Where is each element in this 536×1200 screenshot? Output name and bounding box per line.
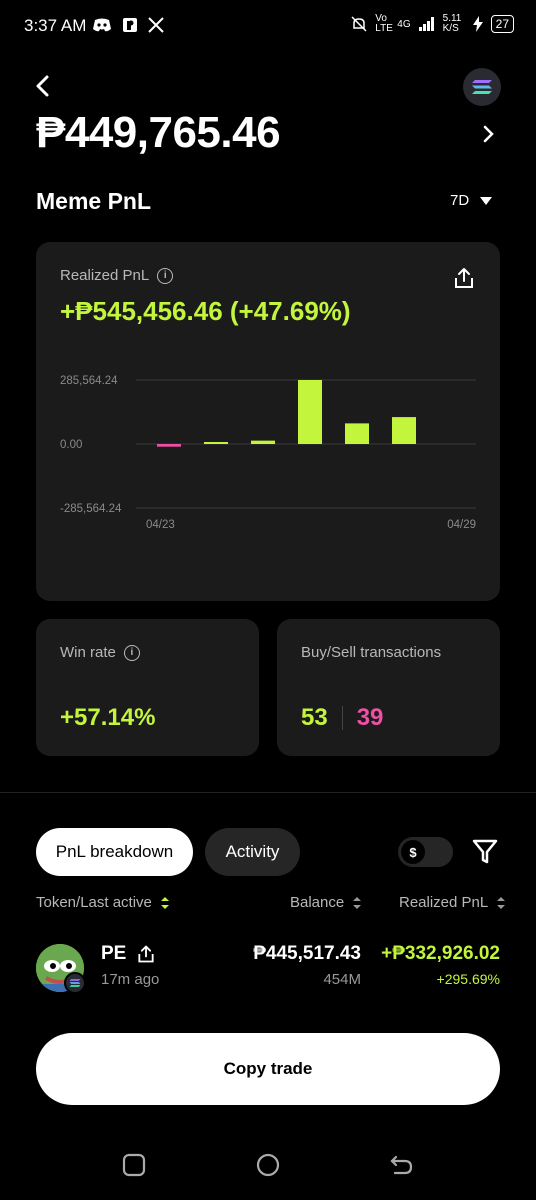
pnl-bar-chart: 285,564.24 0.00 -285,564.24 04/23 04/29 <box>60 375 476 531</box>
sort-icon <box>497 896 506 909</box>
x-tick-label: 04/29 <box>447 519 476 531</box>
section-divider <box>0 792 536 793</box>
network-label: Vo LTE <box>375 13 393 34</box>
tab-pnl-breakdown[interactable]: PnL breakdown <box>36 828 193 876</box>
currency-toggle[interactable]: $ <box>398 837 453 867</box>
system-nav-bar <box>0 1130 536 1200</box>
y-tick-label: 285,564.24 <box>60 375 118 387</box>
x-icon <box>148 17 164 33</box>
net-speed: 5.11 K/S <box>442 13 462 34</box>
token-amount: 454M <box>323 971 361 988</box>
signal-icon <box>418 17 434 31</box>
transactions-label: Buy/Sell transactions <box>301 644 442 661</box>
wallet-balance: ₱449,765.46 <box>36 108 281 157</box>
filter-icon[interactable] <box>472 838 498 866</box>
charging-icon <box>472 16 483 32</box>
caret-down-icon <box>480 196 493 205</box>
x-tick-label: 04/23 <box>146 519 175 531</box>
chevron-right-icon[interactable] <box>478 122 498 146</box>
dollar-icon: $ <box>401 840 425 864</box>
back-arrow-icon[interactable] <box>30 72 58 100</box>
share-icon[interactable] <box>136 944 156 964</box>
realized-pnl-card: Realized PnL i +₱545,456.46 (+47.69%) 28… <box>36 242 500 601</box>
mute-notifications-icon <box>351 16 367 32</box>
chart-bar <box>251 440 275 444</box>
status-time: 3:37 AM <box>24 16 87 35</box>
solana-chain-badge <box>64 972 86 994</box>
back-nav-icon[interactable] <box>388 1152 414 1178</box>
home-icon[interactable] <box>255 1152 281 1178</box>
recent-apps-icon[interactable] <box>121 1152 147 1178</box>
y-tick-label: -285,564.24 <box>60 503 122 515</box>
token-realized-pnl: +₱332,926.02 <box>381 943 500 964</box>
token-balance: ₱445,517.43 <box>253 943 361 964</box>
divider <box>341 706 343 730</box>
win-rate-label: Win rate <box>60 644 116 661</box>
solana-icon <box>472 80 492 94</box>
copy-trade-button[interactable]: Copy trade <box>36 1033 500 1105</box>
token-last-active: 17m ago <box>101 971 160 988</box>
realized-pnl-value: +₱545,456.46 (+47.69%) <box>60 296 351 326</box>
sell-count: 39 <box>356 704 384 731</box>
buy-count: 53 <box>301 704 328 731</box>
column-token[interactable]: Token/Last active <box>36 894 170 911</box>
column-pnl-label: Realized PnL <box>399 894 489 911</box>
win-rate-value: +57.14% <box>60 704 156 731</box>
info-icon[interactable]: i <box>157 267 174 284</box>
signal-label: 4G <box>397 18 411 30</box>
tab-activity[interactable]: Activity <box>205 828 300 876</box>
realized-pnl-label: Realized PnL <box>60 267 150 284</box>
transactions-card: Buy/Sell transactions 53 39 <box>277 619 500 756</box>
battery-indicator: 27 <box>490 15 514 33</box>
y-tick-label: 0.00 <box>60 439 82 451</box>
token-pnl-percent: +295.69% <box>436 971 500 987</box>
sort-icon <box>353 896 362 909</box>
pin-app-icon <box>123 18 137 32</box>
period-selector[interactable]: 7D <box>450 192 493 209</box>
share-icon[interactable] <box>452 266 476 290</box>
column-balance[interactable]: Balance <box>290 894 362 911</box>
solana-avatar[interactable] <box>463 68 501 106</box>
sort-icon <box>160 896 169 909</box>
chart-bar <box>298 380 322 444</box>
info-icon[interactable]: i <box>123 644 140 661</box>
column-token-label: Token/Last active <box>36 894 152 911</box>
token-name: PE <box>101 943 127 964</box>
chart-bar <box>345 423 369 444</box>
column-realized-pnl[interactable]: Realized PnL <box>399 894 506 911</box>
solana-icon <box>69 979 81 987</box>
chart-bar <box>392 417 416 444</box>
chart-bar <box>157 444 181 447</box>
section-title: Meme PnL <box>36 188 152 214</box>
discord-icon <box>93 18 111 32</box>
win-rate-card: Win rate i +57.14% <box>36 619 259 756</box>
chart-bar <box>204 442 228 444</box>
column-balance-label: Balance <box>290 894 345 911</box>
status-bar: 3:37 AM Vo LTE 4G 5.11 K/S 27 <box>0 0 536 56</box>
period-label: 7D <box>450 192 470 209</box>
